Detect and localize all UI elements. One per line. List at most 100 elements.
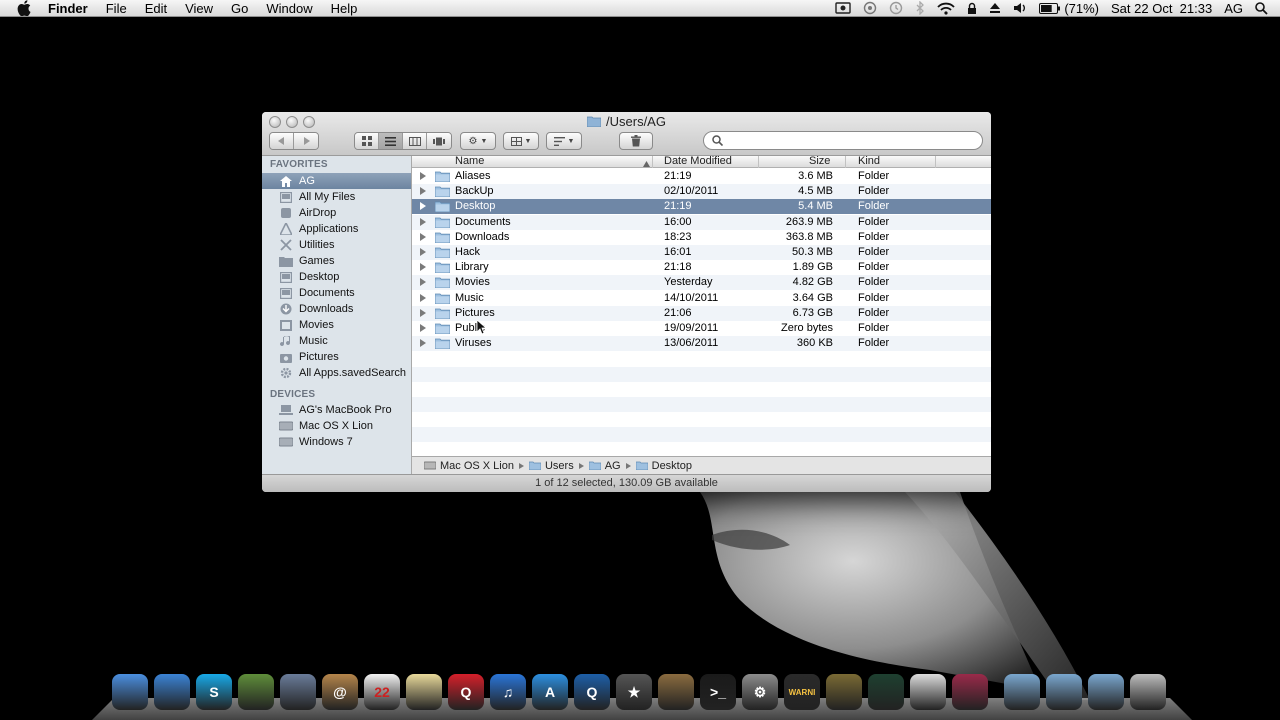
back-button[interactable] [270,133,294,149]
menu-edit[interactable]: Edit [136,0,176,17]
battery-status[interactable]: (71%) [1033,0,1105,17]
notes-icon[interactable] [406,674,442,710]
file-row-pictures[interactable]: Pictures 21:06 6.73 GB Folder [412,305,991,321]
column-date-modified[interactable]: Date Modified [664,156,732,168]
ical-icon[interactable]: 22 [364,674,400,710]
column-size[interactable]: Size [809,156,830,168]
sidebar-item-downloads[interactable]: Downloads [262,301,411,317]
forward-button[interactable] [294,133,318,149]
file-row-hack[interactable]: Hack 16:01 50.3 MB Folder [412,245,991,260]
textedit-icon[interactable] [910,674,946,710]
sidebar-item-music[interactable]: Music [262,333,411,349]
disclosure-triangle-icon[interactable] [420,293,426,302]
time-machine-menu-icon[interactable] [883,0,909,17]
status-circle-icon[interactable] [857,0,883,17]
downloads-stack-icon[interactable] [1088,674,1124,710]
arrange-menu-button[interactable]: ▼ [503,132,539,150]
itunes-icon[interactable]: ♫ [490,674,526,710]
icon-view-button[interactable] [355,133,379,149]
path-crumb-ag[interactable]: AG [588,460,621,472]
disclosure-triangle-icon[interactable] [420,339,426,348]
file-row-music[interactable]: Music 14/10/2011 3.64 GB Folder [412,291,991,306]
column-kind[interactable]: Kind [858,156,880,168]
file-row-movies[interactable]: Movies Yesterday 4.82 GB Folder [412,275,991,291]
file-row-documents[interactable]: Documents 16:00 263.9 MB Folder [412,214,991,230]
sidebar-item-desktop[interactable]: Desktop [262,269,411,285]
sidebar-device-mac-os-x-lion[interactable]: Mac OS X Lion [262,418,411,434]
sidebar-item-pictures[interactable]: Pictures [262,349,411,365]
column-view-button[interactable] [403,133,427,149]
menu-window[interactable]: Window [257,0,321,17]
disclosure-triangle-icon[interactable] [420,232,426,241]
activity-monitor-icon[interactable] [868,674,904,710]
dashboard-icon[interactable] [238,674,274,710]
disclosure-triangle-icon[interactable] [420,248,426,256]
disclosure-triangle-icon[interactable] [420,187,426,196]
terminal-icon[interactable]: >_ [700,674,736,710]
address-book-icon[interactable]: @ [322,674,358,710]
cover-flow-button[interactable] [427,133,451,149]
search-input[interactable] [729,133,969,148]
sidebar-item-movies[interactable]: Movies [262,317,411,333]
applications-stack-icon[interactable] [1004,674,1040,710]
volume-icon[interactable] [1007,0,1033,17]
sidebar-item-all-my-files[interactable]: All My Files [262,189,411,205]
file-row-library[interactable]: Library 21:18 1.89 GB Folder [412,260,991,275]
disclosure-triangle-icon[interactable] [420,217,426,226]
delete-button[interactable] [619,132,653,150]
action-menu-button[interactable]: ⚙ ▼ [460,132,496,150]
menu-user[interactable]: AG [1218,0,1249,17]
sidebar-item-all-apps-savedsearch[interactable]: All Apps.savedSearch [262,365,411,381]
sidebar-item-ag[interactable]: AG [262,173,411,189]
disclosure-triangle-icon[interactable] [420,308,426,317]
file-row-viruses[interactable]: Viruses 13/06/2011 360 KB Folder [412,336,991,352]
menu-app-finder[interactable]: Finder [48,0,97,17]
disclosure-triangle-icon[interactable] [420,263,426,272]
disclosure-triangle-icon[interactable] [420,202,426,211]
menu-go[interactable]: Go [222,0,257,17]
wifi-icon[interactable] [931,0,961,17]
trash-icon[interactable] [1130,674,1166,710]
time-machine-icon[interactable] [826,674,862,710]
imovie-icon[interactable]: ★ [616,674,652,710]
quick-icon[interactable]: Q [448,674,484,710]
preview-icon[interactable] [280,674,316,710]
file-row-downloads[interactable]: Downloads 18:23 363.8 MB Folder [412,230,991,245]
app-store-icon[interactable]: A [532,674,568,710]
apple-menu-icon[interactable] [0,0,48,16]
sidebar-item-games[interactable]: Games [262,253,411,269]
bluetooth-icon[interactable] [909,0,931,17]
disclosure-triangle-icon[interactable] [420,278,426,287]
path-crumb-desktop[interactable]: Desktop [635,460,692,472]
screen-record-icon[interactable] [829,0,857,17]
menu-help[interactable]: Help [322,0,367,17]
menu-view[interactable]: View [176,0,222,17]
search-field[interactable] [703,131,983,150]
path-crumb-users[interactable]: Users [528,460,574,472]
sidebar-item-documents[interactable]: Documents [262,285,411,301]
sidebar-item-applications[interactable]: Applications [262,221,411,237]
system-preferences-icon[interactable]: ⚙ [742,674,778,710]
sidebar-device-windows-7[interactable]: Windows 7 [262,434,411,450]
path-crumb-mac-os-x-lion[interactable]: Mac OS X Lion [424,460,514,472]
iphoto-icon[interactable] [658,674,694,710]
quicktime-icon[interactable]: Q [574,674,610,710]
safari-icon[interactable] [154,674,190,710]
sidebar-item-airdrop[interactable]: AirDrop [262,205,411,221]
list-view-button[interactable] [379,133,403,149]
console-icon[interactable]: WARNI [784,674,820,710]
file-row-aliases[interactable]: Aliases 21:19 3.6 MB Folder [412,169,991,184]
documents-stack-icon[interactable] [1046,674,1082,710]
file-row-backup[interactable]: BackUp 02/10/2011 4.5 MB Folder [412,184,991,200]
skype-icon[interactable]: S [196,674,232,710]
file-row-public[interactable]: Public 19/09/2011 Zero bytes Folder [412,321,991,336]
menu-clock[interactable]: Sat 22 Oct 21:33 [1105,0,1218,17]
disclosure-triangle-icon[interactable] [420,324,426,332]
spotlight-icon[interactable] [1249,0,1280,17]
sidebar-item-utilities[interactable]: Utilities [262,237,411,253]
menu-file[interactable]: File [97,0,136,17]
file-row-desktop[interactable]: Desktop 21:19 5.4 MB Folder [412,199,991,215]
column-name[interactable]: Name [455,156,484,168]
disclosure-triangle-icon[interactable] [420,172,426,180]
finder-icon[interactable] [112,674,148,710]
